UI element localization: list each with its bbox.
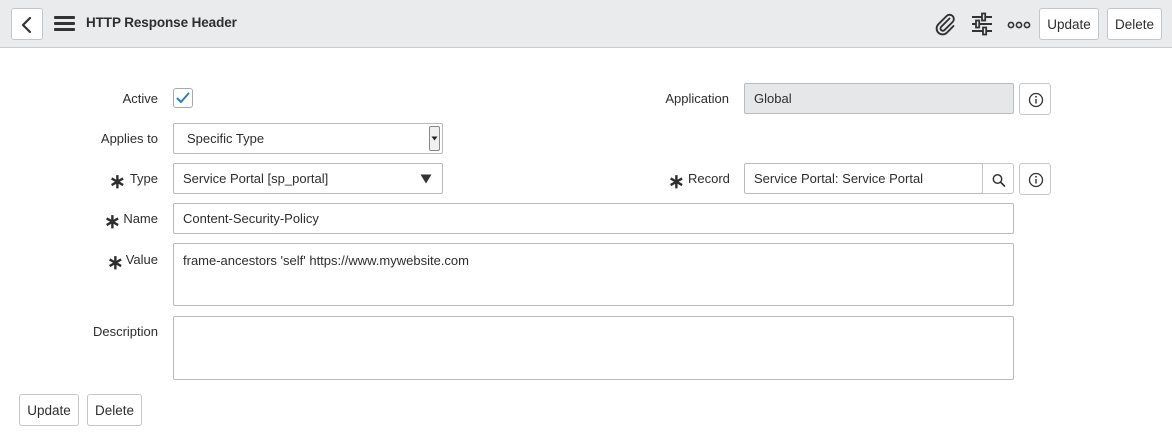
form-header: HTTP Response Header Update Delete bbox=[0, 0, 1172, 48]
type-label: Type bbox=[129, 171, 158, 186]
chevron-down-icon bbox=[429, 126, 440, 151]
applies-to-value: Specific Type bbox=[187, 131, 265, 146]
type-value: Service Portal [sp_portal] bbox=[183, 171, 329, 186]
caret-down-icon bbox=[420, 174, 432, 184]
info-icon bbox=[1028, 172, 1044, 188]
paperclip-icon[interactable] bbox=[933, 12, 957, 36]
value-required-indicator: ∗ bbox=[107, 252, 124, 274]
active-label: Active bbox=[122, 91, 158, 106]
description-textarea[interactable] bbox=[173, 316, 1014, 380]
record-required-indicator: ∗ bbox=[668, 171, 685, 193]
back-button[interactable] bbox=[11, 8, 43, 40]
chevron-left-icon bbox=[21, 17, 32, 33]
checkmark-icon bbox=[176, 92, 190, 103]
description-label: Description bbox=[92, 324, 158, 339]
more-options-icon[interactable] bbox=[1007, 12, 1031, 36]
hamburger-menu-icon[interactable] bbox=[54, 16, 76, 32]
footer-delete-button[interactable]: Delete bbox=[87, 394, 142, 426]
value-label: Value bbox=[125, 252, 158, 267]
header-update-button[interactable]: Update bbox=[1039, 8, 1099, 40]
application-field: Global bbox=[744, 83, 1014, 114]
record-field[interactable]: Service Portal: Service Portal bbox=[744, 163, 983, 194]
page-title: HTTP Response Header bbox=[86, 15, 237, 30]
info-icon bbox=[1028, 92, 1044, 108]
applies-to-label: Applies to bbox=[100, 131, 158, 146]
value-textarea[interactable]: frame-ancestors 'self' https://www.myweb… bbox=[173, 243, 1014, 306]
footer-update-button[interactable]: Update bbox=[19, 394, 79, 426]
name-input[interactable]: Content-Security-Policy bbox=[173, 203, 1014, 234]
header-delete-button[interactable]: Delete bbox=[1107, 8, 1162, 40]
record-info-button[interactable] bbox=[1019, 163, 1051, 195]
application-label: Application bbox=[665, 91, 729, 106]
name-label: Name bbox=[123, 211, 158, 226]
search-icon bbox=[992, 174, 1006, 187]
application-info-button[interactable] bbox=[1019, 83, 1051, 115]
sliders-icon[interactable] bbox=[970, 12, 994, 36]
type-select[interactable]: Service Portal [sp_portal] bbox=[173, 163, 443, 194]
applies-to-select[interactable]: Specific Type bbox=[173, 123, 443, 154]
type-required-indicator: ∗ bbox=[109, 171, 126, 193]
active-checkbox[interactable] bbox=[173, 88, 193, 108]
record-lookup-button[interactable] bbox=[982, 163, 1014, 194]
record-label: Record bbox=[688, 171, 730, 186]
name-required-indicator: ∗ bbox=[104, 211, 121, 233]
